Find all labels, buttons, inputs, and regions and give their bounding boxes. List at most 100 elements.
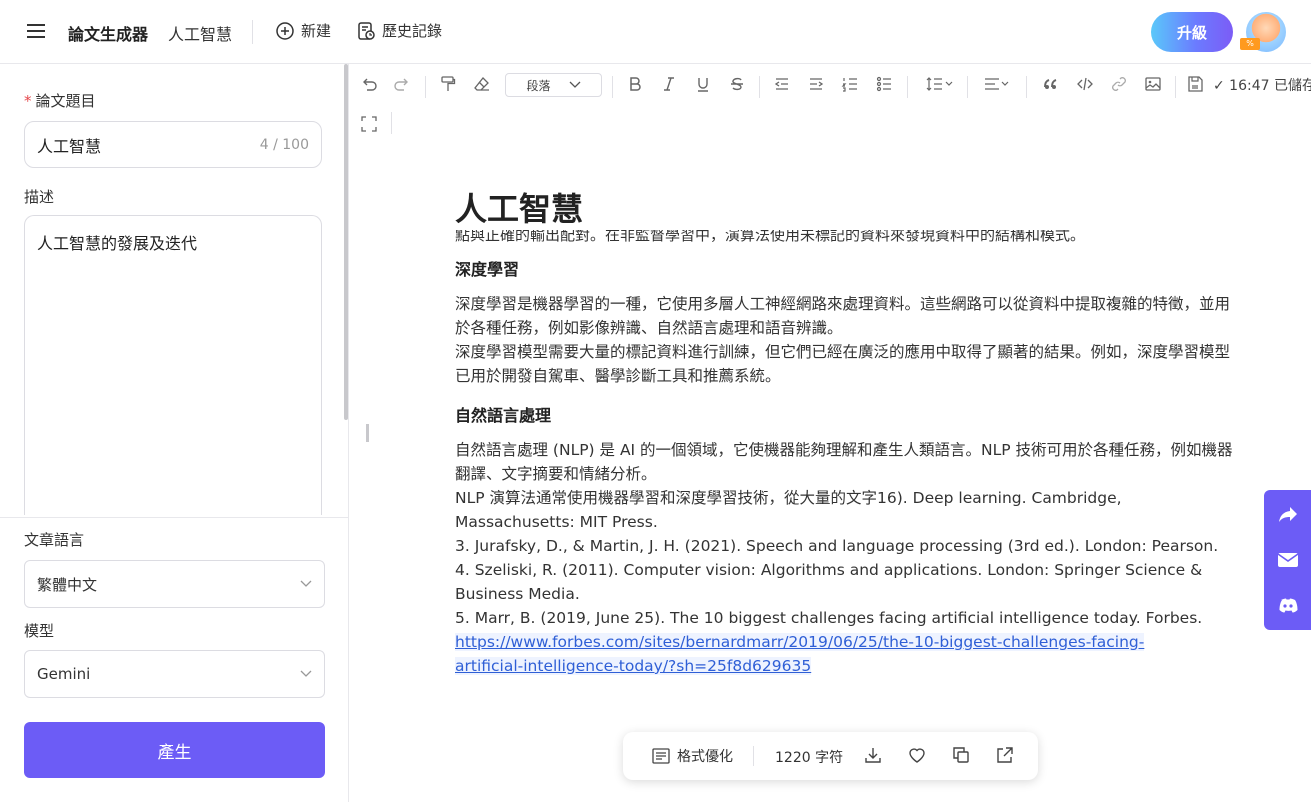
fullscreen-button[interactable]: [358, 113, 380, 135]
strikethrough-icon: [731, 77, 743, 91]
menu-icon[interactable]: [26, 22, 46, 40]
sidebar-scrollbar[interactable]: [344, 64, 348, 420]
outdent-icon: [774, 78, 788, 90]
italic-icon: [664, 77, 674, 91]
topic-label: * 論文題目: [24, 90, 96, 111]
new-button-label: 新建: [301, 22, 332, 40]
paragraph-line: NLP 演算法通常使用機器學習和深度學習技術，從大量的文字16). Deep l…: [455, 489, 1122, 507]
paragraph-line: 自然語言處理 (NLP) 是 AI 的一個領域，它使機器能夠理解和產生人類語言。…: [455, 441, 1233, 459]
paragraph-line: 3. Jurafsky, D., & Martin, J. H. (2021).…: [455, 537, 1219, 555]
paragraph-line: Business Media.: [455, 585, 580, 603]
align-left-icon: [985, 78, 1009, 90]
line-height-button[interactable]: [920, 73, 960, 95]
discord-icon[interactable]: [1276, 594, 1300, 618]
section-heading: 深度學習: [455, 260, 520, 279]
generate-button[interactable]: 產生: [24, 722, 325, 778]
description-textarea[interactable]: 人工智慧的發展及迭代: [24, 215, 322, 515]
align-button[interactable]: [978, 73, 1018, 95]
strikethrough-button[interactable]: [726, 73, 748, 95]
toolbar-divider: [967, 76, 968, 98]
code-button[interactable]: [1074, 73, 1096, 95]
clipped-line-text: 點與正確的輸出配對。在非監督學習中，演算法使用未標記的資料來發現資料中的結構和模…: [455, 230, 1086, 242]
toolbar-divider: [1026, 76, 1027, 98]
bold-button[interactable]: [624, 73, 646, 95]
undo-button[interactable]: [358, 73, 380, 95]
mail-icon[interactable]: [1276, 548, 1300, 572]
language-select-value: 繁體中文: [37, 575, 98, 594]
sidebar-divider: [0, 517, 349, 518]
open-external-button[interactable]: [995, 745, 1015, 765]
save-button[interactable]: [1184, 73, 1206, 95]
image-icon: [1145, 77, 1161, 91]
share-icon[interactable]: [1276, 502, 1300, 526]
external-link-icon: [997, 747, 1013, 763]
paragraph-line: 4. Szeliski, R. (2011). Computer vision:…: [455, 561, 1203, 579]
paragraph-style-select[interactable]: 段落: [505, 73, 602, 97]
underline-button[interactable]: [692, 73, 714, 95]
underline-icon: [698, 78, 708, 92]
app-title: 論文生成器: [68, 25, 149, 44]
topic-label-text: 論文題目: [35, 92, 96, 110]
format-painter-button[interactable]: [437, 73, 459, 95]
format-optimize-button[interactable]: 格式優化: [651, 746, 733, 766]
chevron-down-icon: [300, 580, 312, 587]
redo-button[interactable]: [391, 73, 413, 95]
download-button[interactable]: [863, 745, 883, 765]
paragraph-style-value: 段落: [526, 78, 551, 93]
avatar-badge: %: [1240, 38, 1260, 50]
format-optimize-icon: [652, 748, 670, 764]
paragraph-line: 於各種任務，例如影像辨識、自然語言處理和語音辨識。: [455, 319, 843, 337]
document-body[interactable]: 人工智慧 點與正確的輸出配對。在非監督學習中，演算法使用未標記的資料來發現資料中…: [455, 186, 1260, 678]
reference-link[interactable]: artificial-intelligence-today/?sh=25f8d6…: [455, 657, 812, 675]
copy-icon: [953, 747, 969, 763]
reference-link[interactable]: https://www.forbes.com/sites/bernardmarr…: [455, 633, 1145, 651]
side-action-panel: [1264, 490, 1311, 630]
ordered-list-icon: [841, 78, 857, 92]
document-title: 人工智慧: [455, 190, 584, 228]
editor-resize-handle[interactable]: [366, 424, 369, 442]
model-label: 模型: [24, 622, 55, 640]
history-button[interactable]: 歷史記錄: [356, 20, 442, 41]
upgrade-button[interactable]: 升級: [1151, 12, 1233, 52]
ordered-list-button[interactable]: [839, 73, 861, 95]
model-select-value: Gemini: [37, 665, 91, 683]
paragraph-line: 5. Marr, B. (2019, June 25). The 10 bigg…: [455, 609, 1203, 627]
toolbar-divider: [391, 112, 392, 134]
top-bar: 論文生成器 人工智慧 新建 歷史記錄 升級 %: [0, 0, 1311, 64]
section-heading: 自然語言處理: [455, 406, 552, 425]
paragraph-line: 深度學習是機器學習的一種，它使用多層人工神經網路來處理資料。這些網路可以從資料中…: [455, 295, 1231, 313]
float-bar-divider: [753, 746, 754, 766]
section-paragraph: 自然語言處理 (NLP) 是 AI 的一個領域，它使機器能夠理解和產生人類語言。…: [455, 438, 1260, 678]
language-select[interactable]: 繁體中文: [24, 560, 325, 608]
paragraph-line: 深度學習模型需要大量的標記資料進行訓練，但它們已經在廣泛的應用中取得了顯著的結果…: [455, 343, 1231, 361]
link-button[interactable]: [1108, 73, 1130, 95]
new-button[interactable]: 新建: [275, 20, 331, 41]
bold-icon: [630, 77, 641, 91]
toolbar-divider: [907, 76, 908, 98]
format-optimize-label: 格式優化: [677, 749, 733, 765]
italic-button[interactable]: [658, 73, 680, 95]
heart-icon: [909, 748, 925, 763]
plus-circle-icon: [276, 21, 294, 40]
topic-input-value: 人工智慧: [37, 136, 102, 156]
toolbar-divider: [759, 76, 760, 98]
topic-input[interactable]: 人工智慧 4 / 100: [24, 121, 322, 168]
image-button[interactable]: [1142, 73, 1164, 95]
fullscreen-icon: [361, 116, 377, 132]
clear-format-button[interactable]: [471, 73, 493, 95]
favorite-button[interactable]: [907, 745, 927, 765]
bullet-list-button[interactable]: [873, 73, 895, 95]
blockquote-button[interactable]: [1040, 73, 1062, 95]
topic-char-count: 4 / 100: [259, 136, 309, 153]
outdent-button[interactable]: [771, 73, 793, 95]
quote-icon: [1044, 79, 1057, 89]
history-button-label: 歷史記錄: [382, 22, 443, 40]
model-select[interactable]: Gemini: [24, 650, 325, 698]
save-icon: [1188, 76, 1203, 92]
indent-button[interactable]: [805, 73, 827, 95]
toolbar-divider: [612, 76, 613, 98]
download-icon: [865, 748, 881, 763]
eraser-icon: [474, 77, 489, 91]
toolbar-divider: [425, 76, 426, 98]
copy-button[interactable]: [951, 745, 971, 765]
